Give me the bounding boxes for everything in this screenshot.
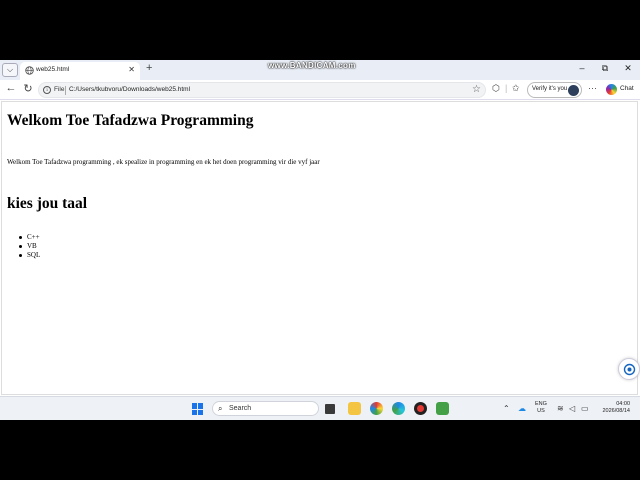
list-item: SQL <box>19 251 40 260</box>
tab-web25[interactable]: web25.html ✕ <box>20 62 140 80</box>
language-list: C++ VB SQL <box>19 233 40 260</box>
avatar <box>568 85 579 96</box>
extensions-icon[interactable]: ⬡ <box>492 83 500 94</box>
intro-paragraph: Welkom Toe Tafadzwa programming , ek spe… <box>7 158 320 166</box>
taskbar-search[interactable]: ⌕ Search <box>212 401 319 416</box>
refresh-icon[interactable]: ↻ <box>21 82 35 95</box>
copilot-icon[interactable] <box>606 84 617 95</box>
info-icon[interactable]: i <box>43 86 51 94</box>
toolbar-divider: | <box>505 83 508 93</box>
page-title: Welkom Toe Tafadzwa Programming <box>7 112 254 129</box>
new-tab-button[interactable]: + <box>146 62 152 74</box>
input-language[interactable]: ENG US <box>535 401 547 415</box>
address-scheme-label: File <box>54 86 65 93</box>
recorder-app-icon[interactable] <box>414 402 427 415</box>
region-code: US <box>537 408 545 414</box>
search-placeholder: Search <box>229 405 252 412</box>
address-url[interactable]: C:/Users/tkubvoru/Downloads/web25.html <box>69 86 190 93</box>
taskbar: ⌕ Search ⌃ ☁ ENG US ≋ ◁ ▭ 04:00 2026/08/… <box>0 396 640 420</box>
tab-strip: ⌵ web25.html ✕ + www.BANDICAM.com – ⧉ ✕ <box>0 60 640 80</box>
sidebar-widget-button[interactable] <box>618 358 640 380</box>
verify-profile-button[interactable]: Verify it's you <box>527 82 582 98</box>
tab-title: web25.html <box>36 66 70 73</box>
tab-close-icon[interactable]: ✕ <box>128 65 135 74</box>
volume-icon[interactable]: ◁ <box>569 404 575 413</box>
address-bar[interactable]: i File C:/Users/tkubvoru/Downloads/web25… <box>38 82 486 98</box>
clock-date: 2026/08/14 <box>602 408 630 414</box>
task-view-icon[interactable] <box>325 404 335 414</box>
language-code: ENG <box>535 401 547 407</box>
restore-button[interactable]: ⧉ <box>595 63 615 74</box>
tab-actions-menu-button[interactable]: ⌵ <box>2 63 18 77</box>
chat-label[interactable]: Chat <box>620 85 634 92</box>
windows-start-icon[interactable] <box>192 403 204 415</box>
edge-icon[interactable] <box>392 402 405 415</box>
chevron-up-icon[interactable]: ⌃ <box>503 404 510 413</box>
file-explorer-icon[interactable] <box>348 402 361 415</box>
system-clock[interactable]: 04:00 2026/08/14 <box>600 401 630 415</box>
back-arrow-icon[interactable]: ← <box>4 82 18 94</box>
onedrive-icon[interactable]: ☁ <box>518 404 526 413</box>
list-item: VB <box>19 242 40 251</box>
favorites-icon[interactable]: ✩ <box>512 83 520 94</box>
close-window-button[interactable]: ✕ <box>618 63 638 74</box>
favorite-star-icon[interactable]: ☆ <box>472 84 481 95</box>
chrome-icon[interactable] <box>370 402 383 415</box>
browser-toolbar: ← ↻ i File C:/Users/tkubvoru/Downloads/w… <box>0 80 640 100</box>
minimize-button[interactable]: – <box>572 63 592 73</box>
battery-icon[interactable]: ▭ <box>581 404 589 413</box>
clock-time: 04:00 <box>616 401 630 407</box>
globe-icon <box>25 66 34 75</box>
wifi-icon[interactable]: ≋ <box>557 404 564 413</box>
screen: ⌵ web25.html ✕ + www.BANDICAM.com – ⧉ ✕ … <box>0 60 640 420</box>
page-viewport: Welkom Toe Tafadzwa Programming Welkom T… <box>1 101 640 395</box>
address-divider <box>65 86 66 95</box>
copilot-sidebar-icon <box>623 363 636 376</box>
recorder-watermark: www.BANDICAM.com <box>268 61 356 70</box>
language-heading: kies jou taal <box>7 195 88 212</box>
image-app-icon[interactable] <box>436 402 449 415</box>
list-item: C++ <box>19 233 40 242</box>
more-options-icon[interactable]: ··· <box>588 83 597 93</box>
search-icon: ⌕ <box>218 404 223 413</box>
verify-label: Verify it's you <box>532 86 568 92</box>
